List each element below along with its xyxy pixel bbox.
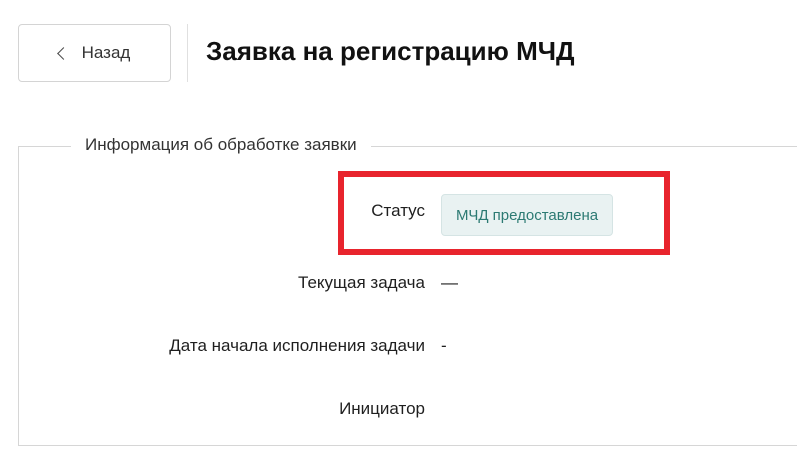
task-start-date-value: - — [441, 336, 447, 355]
back-button[interactable]: Назад — [18, 24, 171, 82]
page-header: Назад Заявка на регистрацию МЧД — [0, 0, 797, 108]
current-task-value: — — [441, 273, 458, 292]
task-start-date-label: Дата начала исполнения задачи — [169, 336, 425, 355]
header-divider — [187, 24, 188, 82]
status-highlight-box — [338, 171, 670, 255]
panel-legend: Информация об обработке заявки — [71, 135, 371, 155]
page-title: Заявка на регистрацию МЧД — [206, 36, 575, 66]
back-button-label: Назад — [81, 43, 131, 62]
chevron-left-icon — [56, 47, 70, 60]
initiator-label: Инициатор — [339, 399, 425, 418]
current-task-label: Текущая задача — [298, 273, 425, 292]
